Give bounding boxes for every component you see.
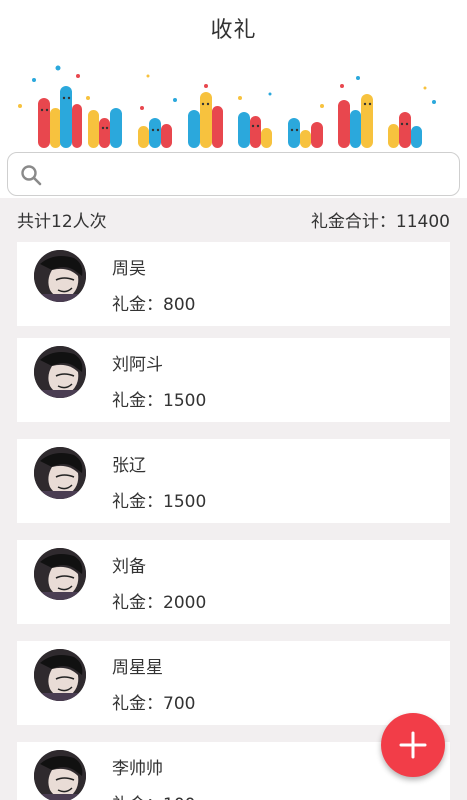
guest-name: 刘阿斗 [112, 355, 163, 375]
avatar [34, 250, 86, 302]
total-label: 礼金合计：11400 [310, 212, 450, 232]
summary-bar: 共计12人次 礼金合计：11400 [0, 198, 467, 238]
list-item[interactable]: 刘阿斗 礼金：1500 [17, 338, 450, 422]
guest-name: 张辽 [112, 456, 146, 476]
avatar [34, 548, 86, 600]
banner-illustration [18, 65, 436, 148]
count-label: 共计12人次 [17, 212, 107, 232]
gift-amount: 礼金：100 [112, 790, 195, 800]
search-icon [21, 165, 42, 186]
guest-name: 周吴 [112, 259, 146, 279]
gift-amount: 礼金：1500 [112, 492, 207, 512]
list-item[interactable]: 周吴 礼金：800 [17, 242, 450, 326]
confetti-decoration [18, 65, 436, 110]
guest-name: 周星星 [112, 658, 163, 678]
avatar [34, 750, 86, 800]
plus-icon [399, 731, 427, 759]
search-input[interactable] [52, 161, 452, 189]
avatar [34, 447, 86, 499]
list-item[interactable]: 刘备 礼金：2000 [17, 540, 450, 624]
gift-amount: 礼金：2000 [112, 593, 207, 613]
search-bar[interactable] [7, 152, 460, 196]
guest-name: 刘备 [112, 557, 146, 577]
gift-amount: 礼金：700 [112, 694, 196, 714]
add-record-button[interactable] [381, 713, 445, 777]
gift-amount: 礼金：800 [112, 295, 196, 315]
avatar [34, 649, 86, 701]
avatar [34, 346, 86, 398]
guest-name: 李帅帅 [112, 759, 163, 779]
list-item[interactable]: 周星星 礼金：700 [17, 641, 450, 725]
gift-amount: 礼金：1500 [112, 391, 207, 411]
list-item[interactable]: 张辽 礼金：1500 [17, 439, 450, 523]
page-title: 收礼 [210, 18, 257, 43]
